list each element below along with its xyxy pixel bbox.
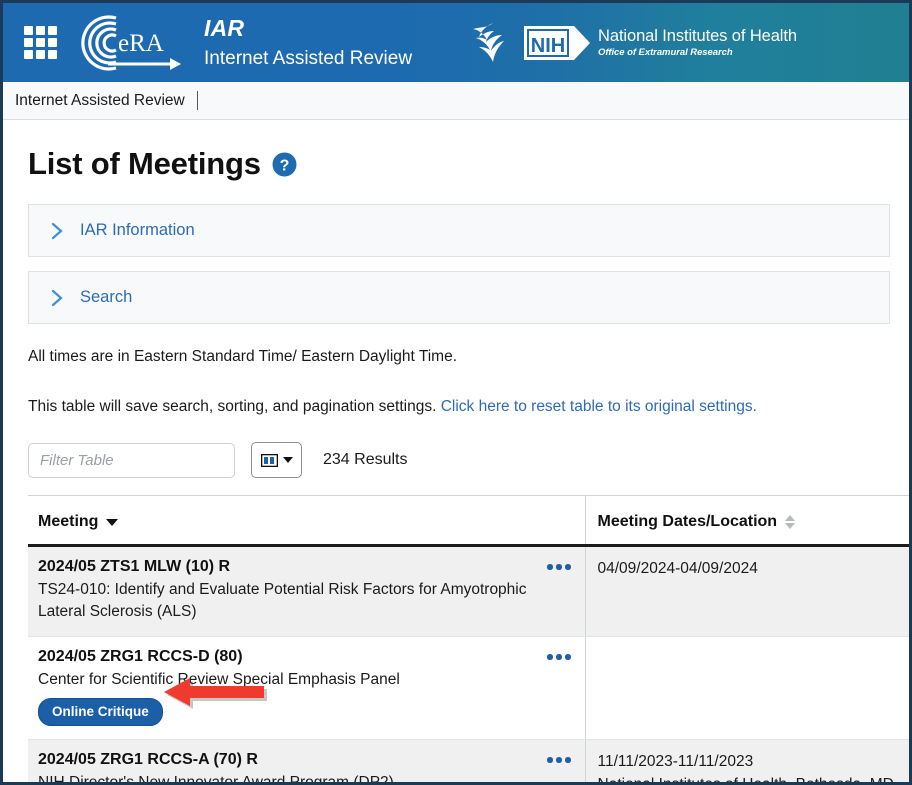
- nih-subtitle: Office of Extramural Research: [598, 47, 733, 58]
- nih-title: National Institutes of Health: [598, 26, 797, 45]
- status-badge-online-critique[interactable]: Online Critique: [38, 698, 163, 726]
- meetings-table: Meeting Meeting Dates/Location 2024/05 Z…: [28, 495, 909, 785]
- dates-location-cell: [584, 636, 909, 740]
- app-brand: IAR Internet Assisted Review: [204, 15, 413, 69]
- page-body: List of Meetings ? IAR Information Searc…: [3, 120, 909, 785]
- era-logo: eRA: [81, 14, 181, 71]
- page-title: List of Meetings: [28, 146, 261, 181]
- app-header: eRA IAR Internet Assisted Review NIH Nat…: [3, 3, 909, 82]
- meeting-dates: 11/11/2023-11/11/2023: [597, 753, 754, 770]
- column-header-dates-location-label: Meeting Dates/Location: [597, 513, 778, 530]
- meeting-id: 2024/05 ZRG1 RCCS-A (70) R: [38, 751, 258, 768]
- apps-grid-icon[interactable]: [24, 26, 57, 59]
- columns-icon: [260, 453, 278, 467]
- meeting-cell: 2024/05 ZTS1 MLW (10) R TS24-010: Identi…: [28, 545, 585, 637]
- accordion-iar-information[interactable]: IAR Information: [28, 204, 890, 257]
- column-header-meeting-label: Meeting: [38, 513, 99, 530]
- caret-down-icon: [106, 518, 119, 526]
- chevron-right-icon: [51, 289, 63, 306]
- table-row[interactable]: 2024/05 ZRG1 RCCS-A (70) R NIH Director'…: [28, 739, 909, 785]
- meeting-description: NIH Director's New Innovator Award Progr…: [38, 774, 394, 785]
- app-window: eRA IAR Internet Assisted Review NIH Nat…: [0, 0, 912, 785]
- meeting-dates: 04/09/2024-04/09/2024: [597, 560, 758, 577]
- accordion-search[interactable]: Search: [28, 271, 890, 324]
- timezone-note: All times are in Eastern Standard Time/ …: [28, 348, 458, 365]
- hhs-seal-icon: [473, 22, 505, 62]
- meeting-cell: 2024/05 ZRG1 RCCS-D (80) Center for Scie…: [28, 636, 585, 740]
- kebab-menu-icon[interactable]: [547, 751, 575, 763]
- dates-location-cell: 04/09/2024-04/09/2024: [584, 545, 909, 637]
- meeting-id: 2024/05 ZTS1 MLW (10) R: [38, 558, 231, 575]
- table-settings-text: This table will save search, sorting, an…: [28, 398, 437, 415]
- reset-table-link[interactable]: Click here to reset table to its origina…: [441, 398, 757, 415]
- breadcrumb-item[interactable]: Internet Assisted Review: [15, 92, 185, 110]
- column-header-dates-location[interactable]: Meeting Dates/Location: [584, 495, 909, 547]
- sort-both-icon: [785, 515, 796, 529]
- table-header-row: Meeting Meeting Dates/Location: [28, 495, 909, 547]
- accordion-search-label: Search: [80, 288, 133, 306]
- dates-location-cell: 11/11/2023-11/11/2023 National Institute…: [584, 739, 909, 785]
- table-toolbar: 234 Results: [28, 442, 909, 478]
- caret-down-icon: [282, 457, 293, 463]
- app-name: Internet Assisted Review: [204, 48, 413, 69]
- table-row[interactable]: 2024/05 ZRG1 RCCS-D (80) Center for Scie…: [28, 636, 909, 740]
- help-circle-icon[interactable]: ?: [272, 152, 297, 177]
- column-chooser-button[interactable]: [251, 442, 302, 478]
- meeting-description: Center for Scientific Review Special Emp…: [38, 671, 400, 688]
- meeting-id: 2024/05 ZRG1 RCCS-D (80): [38, 648, 243, 665]
- kebab-menu-icon[interactable]: [547, 558, 575, 570]
- breadcrumb: Internet Assisted Review: [3, 82, 909, 120]
- meeting-description: TS24-010: Identify and Evaluate Potentia…: [38, 581, 527, 620]
- filter-table-input[interactable]: [28, 442, 235, 478]
- svg-text:eRA: eRA: [118, 30, 164, 57]
- app-abbrev: IAR: [204, 15, 245, 41]
- nih-badge-icon: NIH: [524, 25, 591, 60]
- nih-logo-block: NIH National Institutes of Health Office…: [524, 25, 797, 60]
- column-header-meeting[interactable]: Meeting: [28, 495, 585, 547]
- results-count: 234 Results: [323, 451, 408, 468]
- accordion-iar-information-label: IAR Information: [80, 221, 195, 239]
- meeting-cell: 2024/05 ZRG1 RCCS-A (70) R NIH Director'…: [28, 739, 585, 785]
- kebab-menu-icon[interactable]: [547, 648, 575, 660]
- table-row[interactable]: 2024/05 ZTS1 MLW (10) R TS24-010: Identi…: [28, 545, 909, 637]
- page-title-row: List of Meetings ?: [3, 120, 909, 182]
- breadcrumb-divider: [196, 91, 198, 110]
- chevron-right-icon: [51, 222, 63, 239]
- table-settings-note: This table will save search, sorting, an…: [28, 398, 909, 416]
- meeting-location: National Institutes of Health, Bethesda,…: [597, 775, 894, 785]
- svg-text:?: ?: [279, 157, 289, 174]
- svg-text:NIH: NIH: [531, 35, 565, 57]
